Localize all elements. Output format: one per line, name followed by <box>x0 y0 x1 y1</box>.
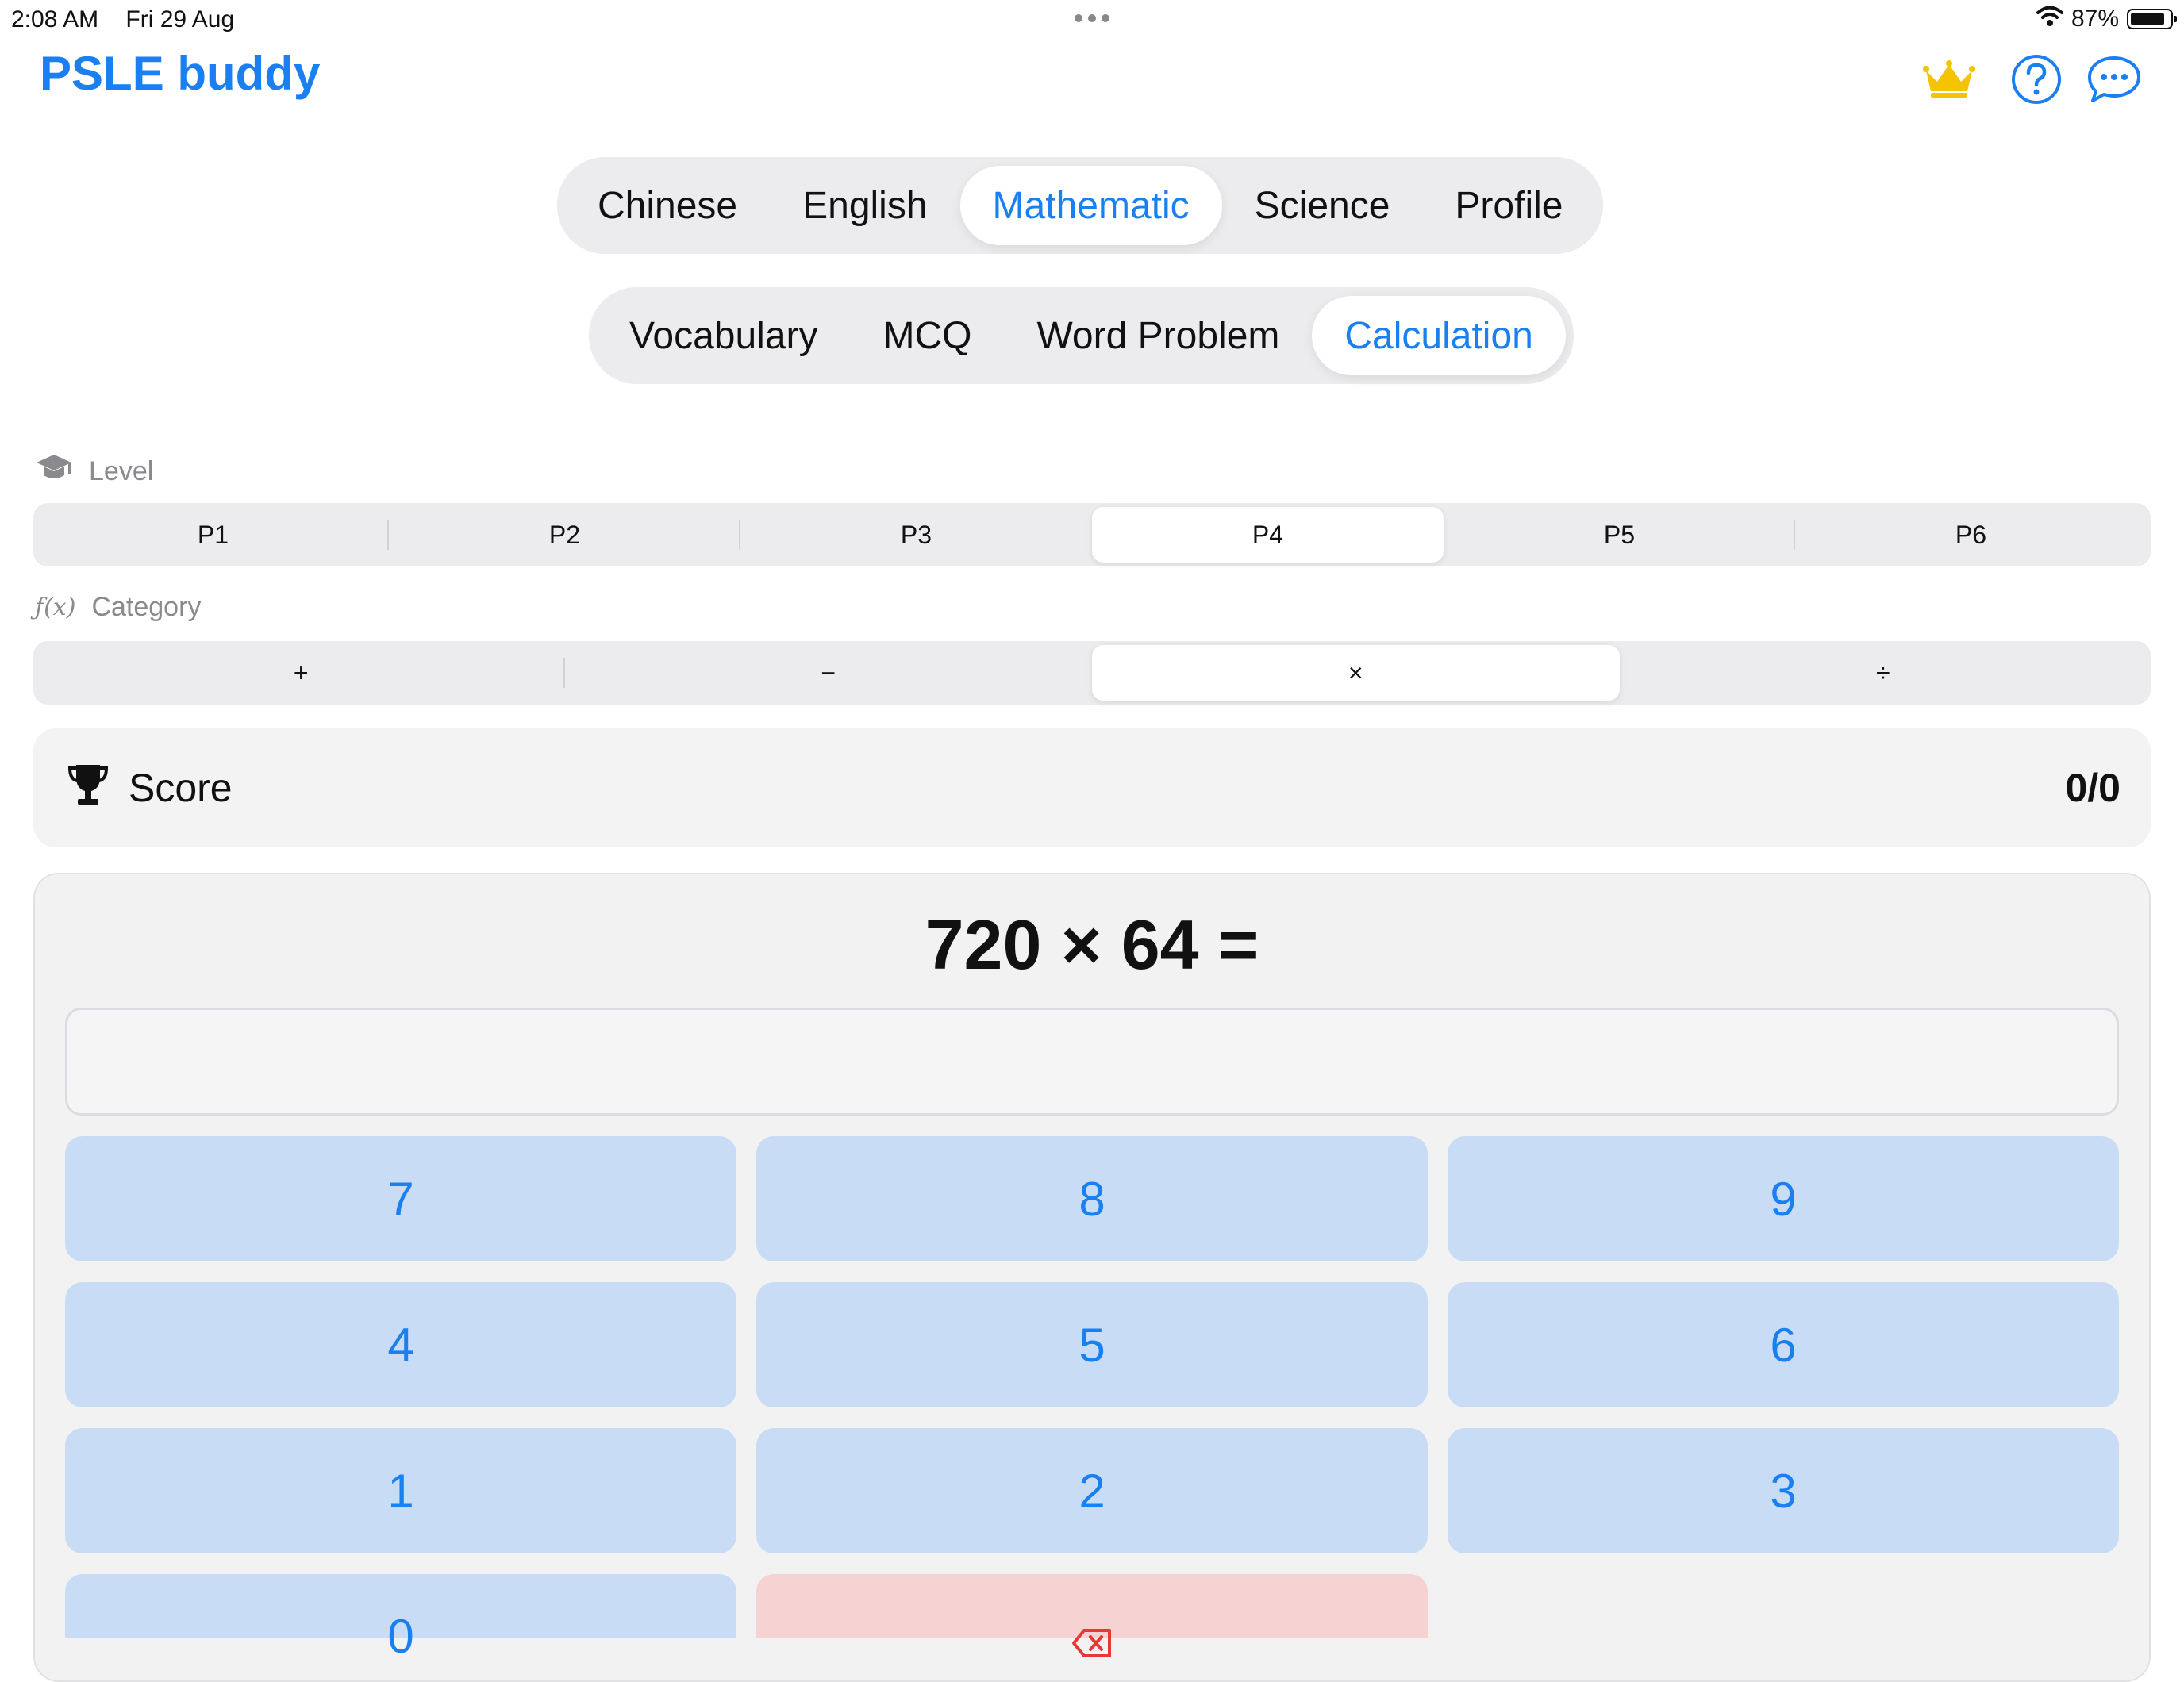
trophy-icon <box>67 762 110 812</box>
status-date: Fri 29 Aug <box>125 6 235 33</box>
tab-mcq[interactable]: MCQ <box>851 296 1005 375</box>
category-selector: + − × ÷ <box>33 641 2151 705</box>
tab-chinese[interactable]: Chinese <box>565 166 770 245</box>
key-1[interactable]: 1 <box>65 1428 736 1553</box>
subject-tabs: Chinese English Mathematic Science Profi… <box>557 157 1604 254</box>
status-bar-left: 2:08 AM Fri 29 Aug <box>11 6 234 33</box>
tab-english[interactable]: English <box>770 166 959 245</box>
level-option-p6[interactable]: P6 <box>1795 507 2147 563</box>
category-option-subtract[interactable]: − <box>565 645 1093 701</box>
category-section-label: ƒ(x) Category <box>35 592 201 623</box>
score-label: Score <box>129 766 233 810</box>
key-8[interactable]: 8 <box>756 1136 1428 1262</box>
category-option-divide[interactable]: ÷ <box>1620 645 2147 701</box>
key-5[interactable]: 5 <box>756 1282 1428 1407</box>
key-7[interactable]: 7 <box>65 1136 736 1262</box>
mode-tabs: Vocabulary MCQ Word Problem Calculation <box>589 287 1574 384</box>
status-bar-right: 87% <box>2036 5 2177 33</box>
wifi-icon <box>2036 5 2063 33</box>
key-0[interactable]: 0 <box>65 1574 736 1663</box>
level-option-p4[interactable]: P4 <box>1092 507 1444 563</box>
score-card <box>33 728 2151 847</box>
level-option-p2[interactable]: P2 <box>389 507 740 563</box>
key-4[interactable]: 4 <box>65 1282 736 1407</box>
status-time: 2:08 AM <box>11 6 99 33</box>
answer-input[interactable] <box>65 1008 2119 1116</box>
level-label: Level <box>89 456 154 486</box>
category-option-multiply[interactable]: × <box>1092 645 1620 701</box>
function-icon: ƒ(x) <box>35 593 76 621</box>
key-9[interactable]: 9 <box>1448 1136 2119 1262</box>
multitasking-dots[interactable] <box>1068 6 1116 30</box>
level-option-p5[interactable]: P5 <box>1444 507 1795 563</box>
tab-profile[interactable]: Profile <box>1422 166 1595 245</box>
level-selector: P1 P2 P3 P4 P5 P6 <box>33 503 2151 566</box>
tab-vocabulary[interactable]: Vocabulary <box>597 296 851 375</box>
problem-text: 720 × 64 = <box>925 905 1259 984</box>
battery-icon <box>2127 9 2177 29</box>
crown-icon[interactable] <box>1919 49 1979 109</box>
level-option-p1[interactable]: P1 <box>37 507 389 563</box>
category-label: Category <box>91 592 202 622</box>
delete-key[interactable] <box>756 1574 1428 1657</box>
graduation-cap-icon <box>35 452 73 491</box>
level-option-p3[interactable]: P3 <box>740 507 1092 563</box>
level-section-label: Level <box>35 452 153 491</box>
chat-icon[interactable] <box>2084 49 2144 109</box>
help-icon[interactable] <box>2006 49 2067 109</box>
key-3[interactable]: 3 <box>1448 1428 2119 1553</box>
category-option-add[interactable]: + <box>37 645 565 701</box>
tab-word-problem[interactable]: Word Problem <box>1004 296 1312 375</box>
calculation-card <box>33 873 2151 1682</box>
tab-science[interactable]: Science <box>1222 166 1423 245</box>
tab-calculation[interactable]: Calculation <box>1312 296 1566 375</box>
app-title: PSLE buddy <box>40 47 321 100</box>
delete-backspace-icon <box>1071 1615 1113 1670</box>
score-value: 0/0 <box>2065 766 2121 810</box>
tab-mathematic[interactable]: Mathematic <box>959 166 1222 245</box>
key-2[interactable]: 2 <box>756 1428 1428 1553</box>
battery-percent: 87% <box>2071 6 2119 32</box>
key-6[interactable]: 6 <box>1448 1282 2119 1407</box>
